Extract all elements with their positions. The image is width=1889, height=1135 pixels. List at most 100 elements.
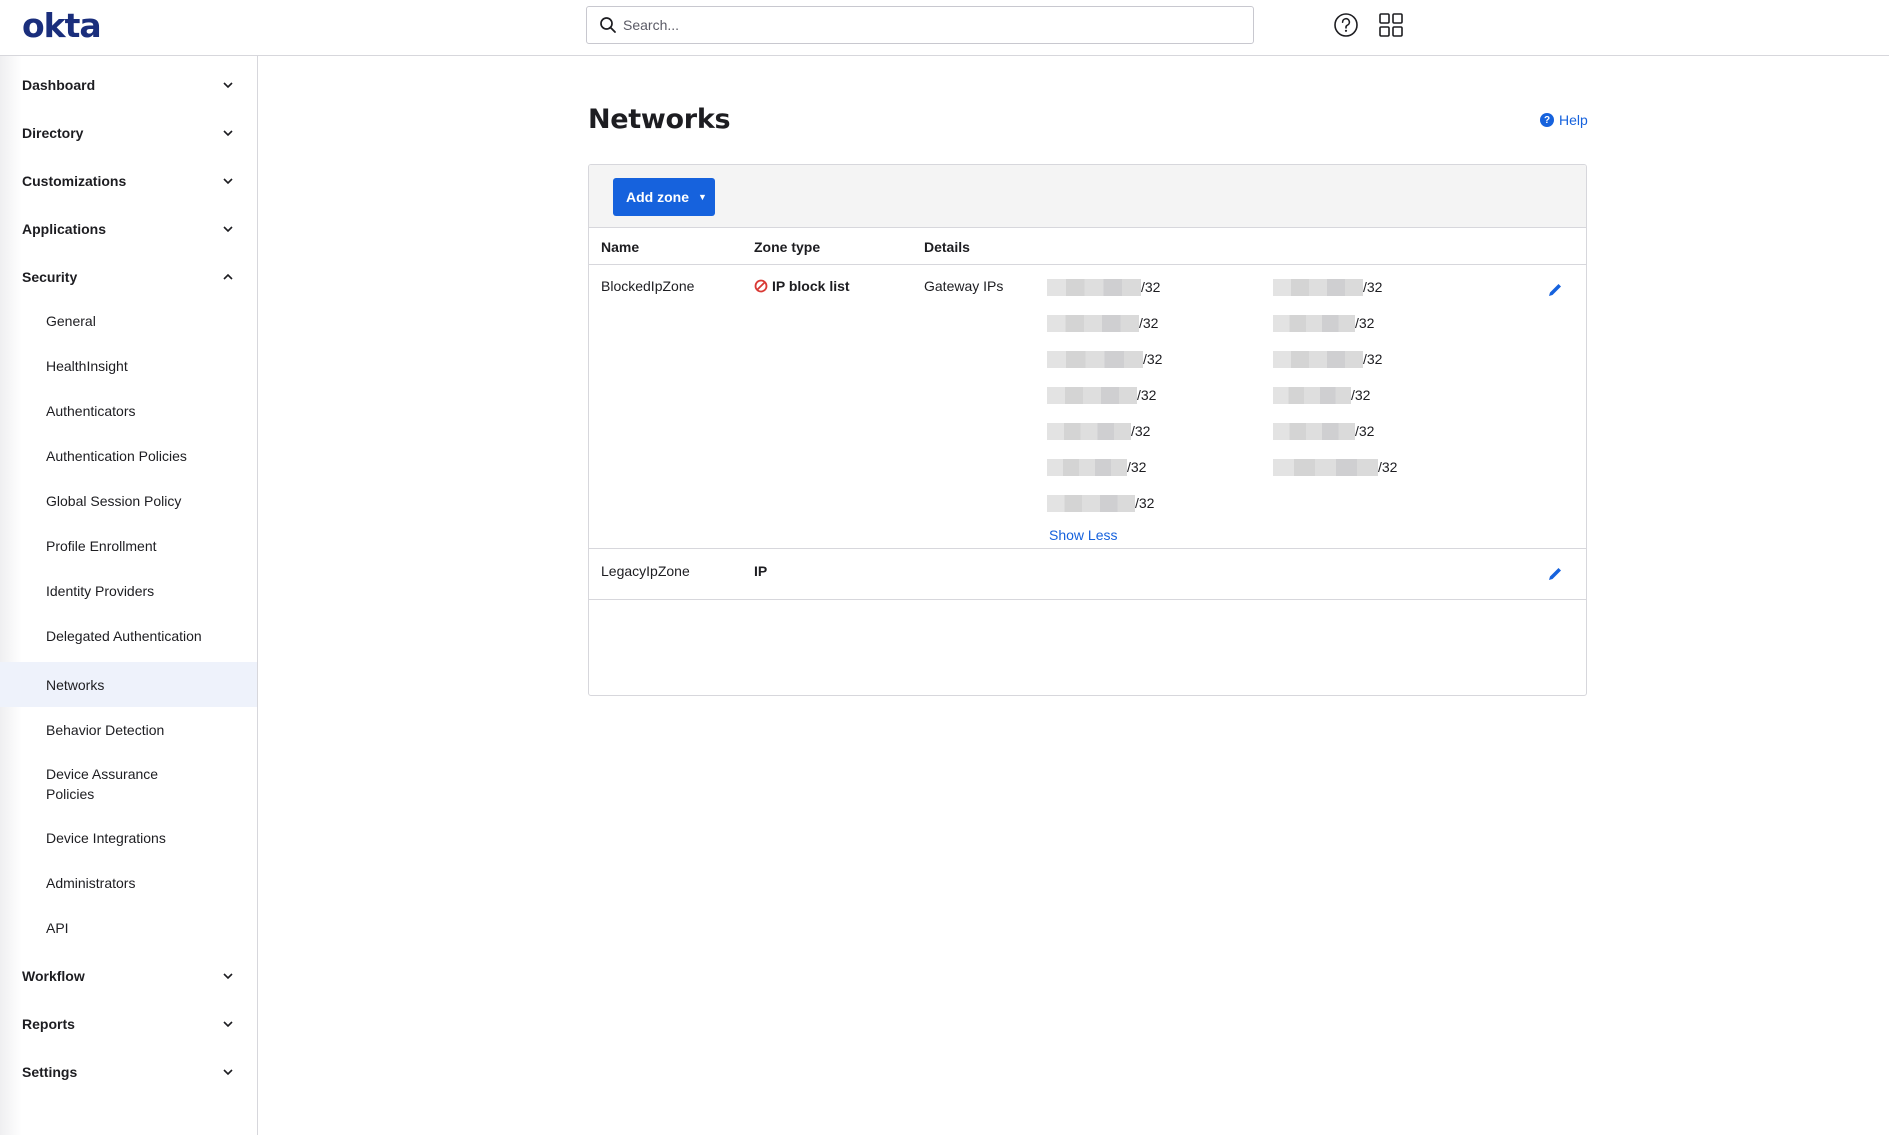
ip-suffix: /32 <box>1139 315 1159 331</box>
sidebar-item-label: Applications <box>22 221 107 237</box>
ip-address: /32 <box>1047 421 1150 441</box>
redacted-ip-block <box>1273 350 1363 368</box>
ip-suffix: /32 <box>1127 459 1147 475</box>
redacted-ip-block <box>1047 422 1131 440</box>
chevron-down-icon <box>223 226 233 233</box>
redacted-ip-block <box>1047 386 1137 404</box>
ip-suffix: /32 <box>1351 387 1371 403</box>
page-title: Networks <box>588 104 731 135</box>
sidebar-item-behavior-detection[interactable]: Behavior Detection <box>0 708 257 752</box>
sidebar-item-security[interactable]: Security <box>0 253 257 301</box>
ip-suffix: /32 <box>1355 423 1375 439</box>
add-zone-button[interactable]: Add zone ▼ <box>613 178 715 216</box>
ip-address: /32 <box>1047 313 1158 333</box>
block-icon <box>754 279 768 293</box>
chevron-down-icon <box>223 82 233 89</box>
sidebar-item-label: Security <box>22 269 78 285</box>
redacted-ip-block <box>1047 314 1139 332</box>
sidebar-item-identity-providers[interactable]: Identity Providers <box>0 569 257 613</box>
ip-address: /32 <box>1273 421 1374 441</box>
sidebar-item-label: Customizations <box>22 173 127 189</box>
sidebar-item-customizations[interactable]: Customizations <box>0 157 257 205</box>
sidebar: Dashboard Directory Customizations Appli… <box>0 56 258 1135</box>
sidebar-item-administrators[interactable]: Administrators <box>0 861 257 905</box>
ip-address: /32 <box>1273 277 1382 297</box>
redacted-ip-block <box>1273 314 1355 332</box>
table-header: Name Zone type Details <box>589 228 1586 265</box>
caret-down-icon: ▼ <box>698 192 707 202</box>
chevron-down-icon <box>223 1069 233 1076</box>
ip-address: /32 <box>1047 349 1162 369</box>
ip-suffix: /32 <box>1378 459 1398 475</box>
redacted-ip-block <box>1047 350 1143 368</box>
sidebar-item-device-assurance-policies[interactable]: Device Assurance Policies <box>0 753 220 815</box>
redacted-ip-block <box>1273 386 1351 404</box>
sidebar-item-label: Directory <box>22 125 84 141</box>
sidebar-item-label: Settings <box>22 1064 78 1080</box>
sidebar-item-workflow[interactable]: Workflow <box>0 952 257 1000</box>
zone-type-label: IP <box>754 563 768 579</box>
redacted-ip-block <box>1047 494 1135 512</box>
sidebar-item-label: Dashboard <box>22 77 96 93</box>
sidebar-item-delegated-authentication[interactable]: Delegated Authentication <box>0 614 257 658</box>
redacted-ip-block <box>1273 458 1378 476</box>
sidebar-item-healthinsight[interactable]: HealthInsight <box>0 344 257 388</box>
ip-address: /32 <box>1273 349 1382 369</box>
zone-type: IP block list <box>754 278 850 294</box>
sidebar-item-authenticators[interactable]: Authenticators <box>0 389 257 433</box>
redacted-ip-block <box>1047 278 1141 296</box>
app-grid-icon[interactable] <box>1377 11 1405 39</box>
ip-suffix: /32 <box>1143 351 1163 367</box>
column-header-details: Details <box>924 239 970 255</box>
help-label: Help <box>1559 112 1588 128</box>
okta-logo[interactable]: okta <box>22 6 102 45</box>
sidebar-item-reports[interactable]: Reports <box>0 1000 257 1048</box>
ip-suffix: /32 <box>1363 351 1383 367</box>
sidebar-item-authentication-policies[interactable]: Authentication Policies <box>0 434 257 478</box>
sidebar-item-api[interactable]: API <box>0 906 257 950</box>
sidebar-item-applications[interactable]: Applications <box>0 205 257 253</box>
show-less-link[interactable]: Show Less <box>1049 527 1117 543</box>
zones-panel: Add zone ▼ Name Zone type Details Blocke… <box>588 164 1587 696</box>
add-zone-label: Add zone <box>626 189 689 205</box>
ip-address: /32 <box>1047 457 1146 477</box>
sidebar-item-dashboard[interactable]: Dashboard <box>0 61 257 109</box>
sidebar-item-label: Workflow <box>22 968 85 984</box>
search-icon <box>600 17 616 33</box>
sidebar-item-profile-enrollment[interactable]: Profile Enrollment <box>0 524 257 568</box>
sidebar-item-general[interactable]: General <box>0 299 257 343</box>
ip-suffix: /32 <box>1355 315 1375 331</box>
pencil-icon[interactable] <box>1546 565 1564 583</box>
sidebar-item-networks[interactable]: Networks <box>0 662 257 707</box>
search-box[interactable] <box>586 6 1254 44</box>
zone-type-label: IP block list <box>772 278 850 294</box>
sidebar-item-global-session-policy[interactable]: Global Session Policy <box>0 479 257 523</box>
redacted-ip-block <box>1273 422 1355 440</box>
sidebar-item-directory[interactable]: Directory <box>0 109 257 157</box>
sidebar-item-device-integrations[interactable]: Device Integrations <box>0 816 257 860</box>
help-icon: ? <box>1540 113 1554 127</box>
column-header-name: Name <box>601 239 640 255</box>
table-row: LegacyIpZone IP <box>589 549 1586 600</box>
search-input[interactable] <box>623 17 1223 33</box>
help-circle-icon[interactable] <box>1332 11 1360 39</box>
ip-address: /32 <box>1273 313 1374 333</box>
top-header: okta <box>0 0 1889 56</box>
table-row: BlockedIpZone IP block list Gateway IPs … <box>589 265 1586 549</box>
ip-address: /32 <box>1273 457 1397 477</box>
zone-name: BlockedIpZone <box>601 278 695 294</box>
ip-address: /32 <box>1273 385 1370 405</box>
help-link[interactable]: ? Help <box>1540 112 1588 128</box>
redacted-ip-block <box>1273 278 1363 296</box>
chevron-down-icon <box>223 1021 233 1028</box>
ip-suffix: /32 <box>1137 387 1157 403</box>
panel-toolbar: Add zone ▼ <box>589 165 1586 228</box>
redacted-ip-block <box>1047 458 1127 476</box>
ip-suffix: /32 <box>1135 495 1155 511</box>
chevron-up-icon <box>223 273 233 280</box>
ip-address: /32 <box>1047 385 1156 405</box>
ip-suffix: /32 <box>1131 423 1151 439</box>
pencil-icon[interactable] <box>1546 281 1564 299</box>
zone-name: LegacyIpZone <box>601 563 690 579</box>
sidebar-item-settings[interactable]: Settings <box>0 1048 257 1096</box>
